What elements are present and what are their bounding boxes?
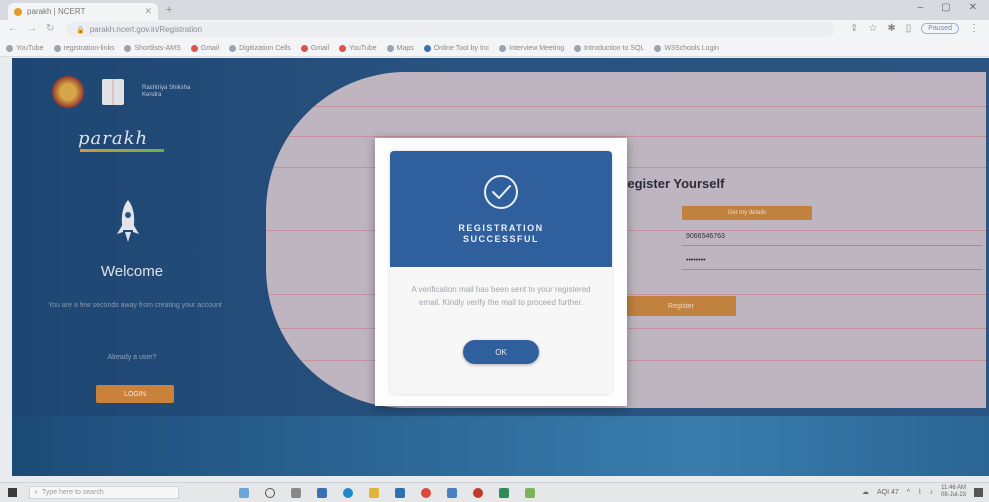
bookmark-label: Introduction to SQL bbox=[584, 44, 645, 52]
task-view-icon[interactable] bbox=[291, 487, 301, 498]
bookmark-label: YouTube bbox=[16, 44, 44, 52]
check-circle-icon bbox=[484, 175, 518, 209]
bookmark-label: Digitization Cells bbox=[239, 44, 291, 52]
bookmark-label: Maps bbox=[396, 44, 414, 52]
bookmark-item[interactable]: Maps bbox=[386, 44, 414, 52]
bookmark-item[interactable]: registration-links bbox=[53, 44, 115, 52]
new-tab-button[interactable]: + bbox=[166, 4, 172, 16]
file-explorer-icon[interactable] bbox=[369, 487, 379, 498]
favicon-icon bbox=[14, 7, 22, 16]
close-window-button[interactable]: ✕ bbox=[969, 2, 977, 13]
bookmark-label: Shortlists-AMS bbox=[134, 44, 181, 52]
browser-toolbar: ← → ↻ 🔒 parakh.ncert.gov.in/Registration… bbox=[0, 20, 989, 40]
dialog-header: REGISTRATION SUCCESSFUL bbox=[390, 151, 612, 267]
clock-date: 08-Jul-23 bbox=[940, 492, 966, 498]
taskbar-apps bbox=[239, 487, 535, 498]
maximize-button[interactable]: ▢ bbox=[941, 2, 950, 13]
bookmark-label: Interview Meeting bbox=[509, 44, 565, 52]
bookmark-icon bbox=[300, 44, 308, 52]
chevron-up-icon[interactable]: ^ bbox=[907, 489, 910, 496]
bookmark-icon bbox=[229, 44, 237, 52]
bookmark-icon bbox=[423, 44, 431, 52]
bookmark-icon bbox=[339, 44, 347, 52]
minimize-button[interactable]: – bbox=[918, 2, 924, 13]
dialog-message: A verification mail has been sent to you… bbox=[411, 285, 591, 307]
chrome-icon[interactable] bbox=[421, 487, 431, 498]
window-controls: – ▢ ✕ bbox=[918, 2, 977, 13]
close-tab-icon[interactable]: ✕ bbox=[144, 6, 152, 17]
search-placeholder: Type here to search bbox=[41, 489, 104, 496]
bookmark-label: YouTube bbox=[349, 44, 377, 52]
network-icon[interactable]: ⌇ bbox=[918, 488, 921, 496]
bookmark-item[interactable]: YouTube bbox=[6, 44, 44, 52]
bookmark-icon bbox=[654, 44, 662, 52]
aqi-text: AQI 47 bbox=[876, 488, 899, 496]
bookmark-icon bbox=[124, 44, 132, 52]
forward-icon[interactable]: → bbox=[27, 23, 37, 34]
clock[interactable]: 11:46 AM 08-Jul-23 bbox=[941, 485, 966, 499]
volume-icon[interactable]: ♪ bbox=[929, 489, 933, 496]
cortana-icon[interactable] bbox=[265, 487, 275, 498]
clock-time: 11:46 AM bbox=[941, 485, 966, 491]
widgets-icon[interactable] bbox=[317, 487, 327, 498]
sidepanel-icon[interactable]: ▯ bbox=[906, 23, 912, 34]
notification-icon[interactable] bbox=[974, 487, 983, 497]
bookmark-item[interactable]: Introduction to SQL bbox=[574, 44, 645, 52]
url-text: parakh.ncert.gov.in/Registration bbox=[89, 25, 203, 34]
lock-icon: 🔒 bbox=[76, 26, 85, 34]
bookmark-label: Gmail bbox=[310, 44, 330, 52]
store-icon[interactable] bbox=[447, 487, 457, 498]
menu-icon[interactable]: ⋮ bbox=[969, 23, 979, 34]
dialog-title-line1: REGISTRATION bbox=[458, 223, 544, 233]
bookmark-item[interactable]: Interview Meeting bbox=[499, 44, 565, 52]
app-icon[interactable] bbox=[525, 487, 535, 498]
tab-strip: parakh | NCERT ✕ + – ▢ ✕ bbox=[0, 0, 989, 20]
bookmark-icon bbox=[499, 44, 507, 52]
bookmark-icon bbox=[53, 44, 61, 52]
bookmark-icon bbox=[6, 44, 13, 52]
word-icon[interactable] bbox=[395, 487, 405, 498]
success-dialog: REGISTRATION SUCCESSFUL A verification m… bbox=[390, 151, 612, 394]
search-icon: ⌕ bbox=[34, 488, 38, 496]
bookmark-item[interactable]: Digitization Cells bbox=[229, 44, 291, 52]
opera-icon[interactable] bbox=[473, 487, 483, 498]
bookmark-item[interactable]: W3Schools Login bbox=[654, 44, 719, 52]
weather-tray-icon[interactable]: ☁ bbox=[862, 488, 869, 496]
start-icon[interactable] bbox=[8, 488, 17, 497]
star-icon[interactable]: ☆ bbox=[868, 23, 877, 34]
weather-icon[interactable] bbox=[239, 487, 249, 498]
bookmark-item[interactable]: Shortlists-AMS bbox=[124, 44, 181, 52]
bookmark-icon bbox=[386, 44, 394, 52]
share-icon[interactable]: ⇪ bbox=[850, 23, 858, 34]
address-bar[interactable]: 🔒 parakh.ncert.gov.in/Registration bbox=[66, 22, 834, 37]
bookmark-item[interactable]: Gmail bbox=[190, 44, 220, 52]
windows-taskbar: ⌕ Type here to search ☁ AQI 47 ^ ⌇ ♪ 11:… bbox=[0, 482, 989, 502]
bookmark-item[interactable]: Gmail bbox=[300, 44, 330, 52]
bookmark-item[interactable]: Online Tool by Inc bbox=[423, 44, 490, 52]
ok-button[interactable]: OK bbox=[463, 340, 539, 364]
browser-tab[interactable]: parakh | NCERT ✕ bbox=[8, 3, 158, 20]
taskbar-search[interactable]: ⌕ Type here to search bbox=[29, 486, 179, 499]
back-icon[interactable]: ← bbox=[8, 23, 18, 34]
bookmark-label: Online Tool by Inc bbox=[433, 44, 490, 52]
bookmark-item[interactable]: YouTube bbox=[339, 44, 377, 52]
system-tray: ☁ AQI 47 ^ ⌇ ♪ 11:46 AM 08-Jul-23 bbox=[862, 485, 983, 499]
modal-frame: REGISTRATION SUCCESSFUL A verification m… bbox=[375, 138, 627, 406]
dialog-title-line2: SUCCESSFUL bbox=[462, 234, 539, 244]
bookmarks-bar: YouTube registration-links Shortlists-AMS G… bbox=[0, 40, 989, 57]
edge-icon[interactable] bbox=[343, 487, 353, 498]
excel-icon[interactable] bbox=[499, 487, 509, 498]
bookmark-label: registration-links bbox=[63, 44, 115, 52]
profile-button[interactable]: Paused bbox=[921, 23, 959, 34]
dialog-title: REGISTRATION SUCCESSFUL bbox=[390, 223, 612, 245]
bookmark-label: Gmail bbox=[200, 44, 220, 52]
bookmark-label: W3Schools Login bbox=[664, 44, 719, 52]
bookmark-icon bbox=[190, 44, 198, 52]
bookmark-icon bbox=[574, 44, 582, 52]
reload-icon[interactable]: ↻ bbox=[46, 23, 54, 34]
extensions-icon[interactable]: ✱ bbox=[887, 23, 895, 34]
tab-title: parakh | NCERT bbox=[27, 7, 86, 16]
